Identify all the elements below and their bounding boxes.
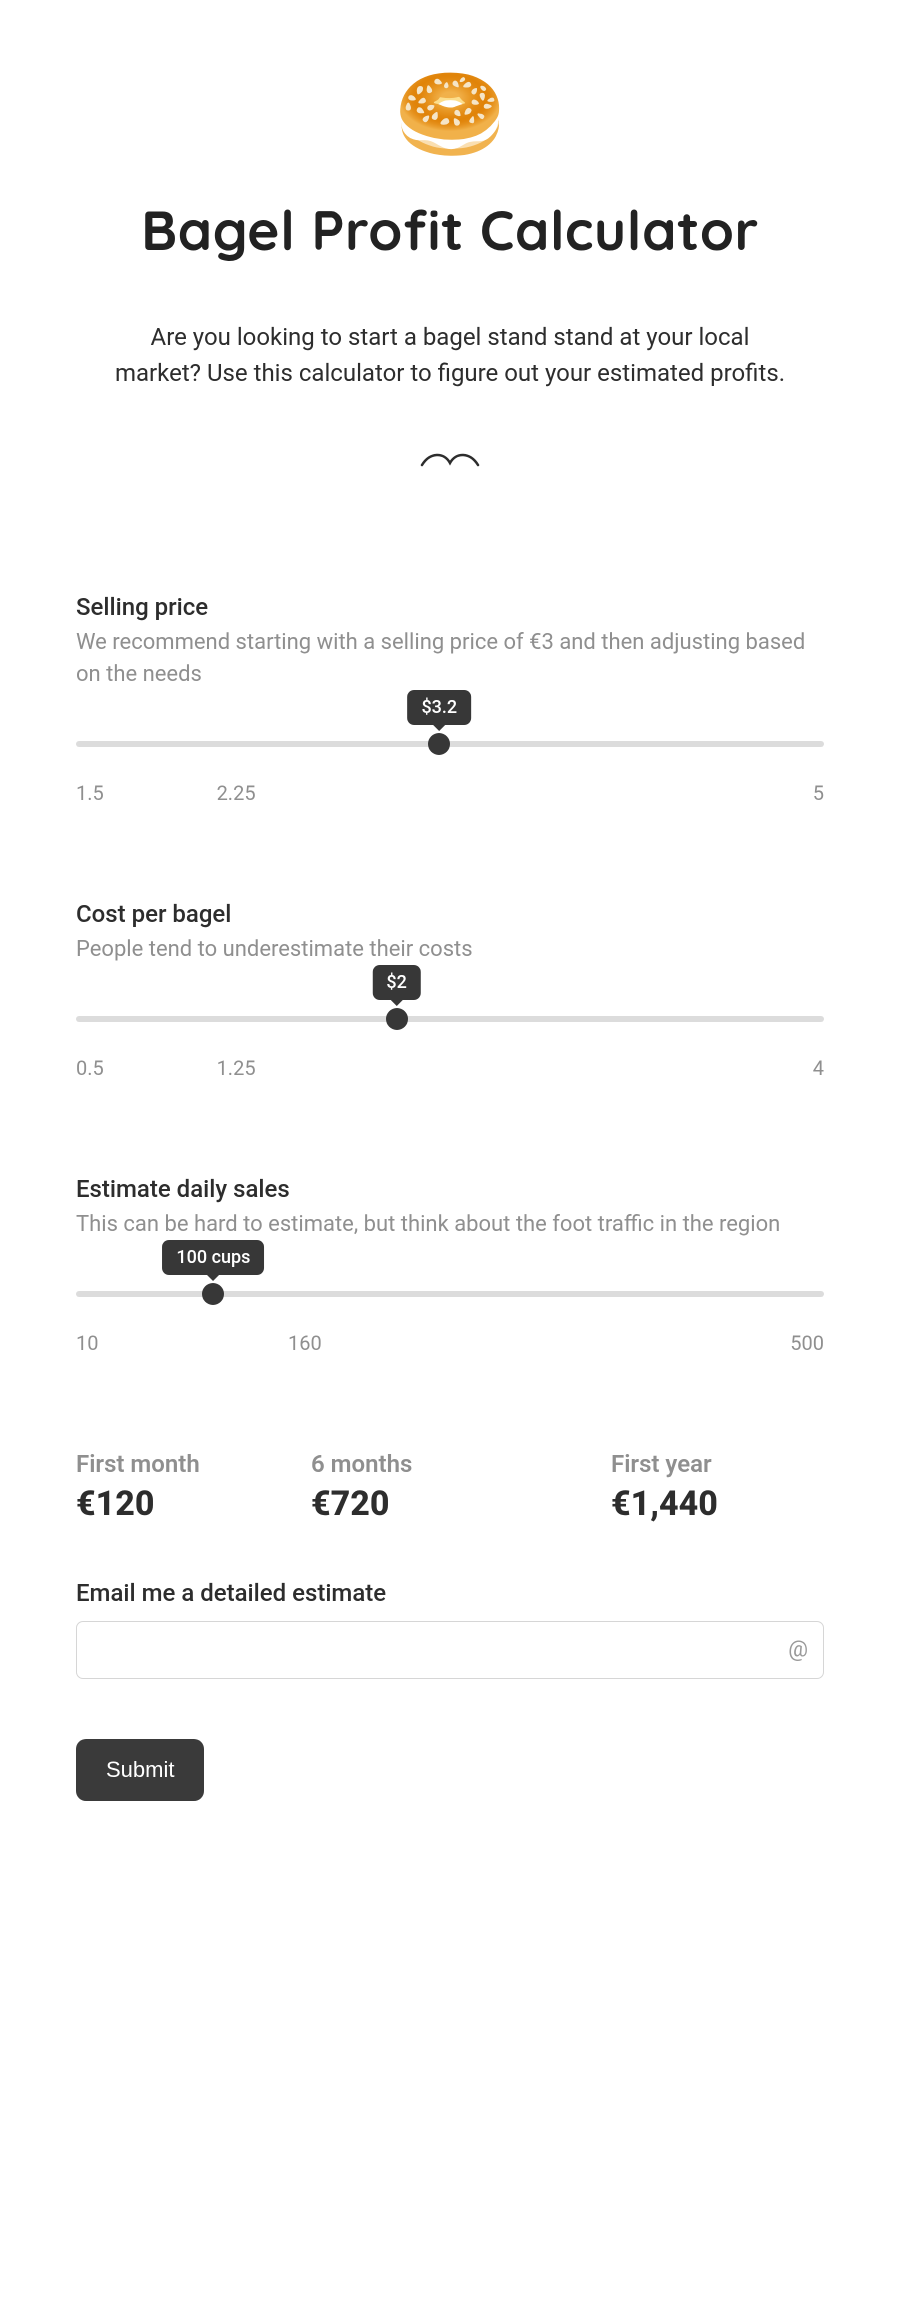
cost-per-bagel-tooltip: $2 [372, 965, 420, 1000]
selling-price-slider[interactable]: $3.2 [76, 731, 824, 757]
daily-sales-thumb[interactable] [202, 1283, 224, 1305]
selling-price-tooltip: $3.2 [407, 690, 471, 725]
at-sign-icon: @ [788, 1637, 808, 1662]
cost-per-bagel-max: 4 [813, 1056, 824, 1080]
cost-per-bagel-hint: People tend to underestimate their costs [76, 934, 824, 966]
cost-per-bagel-min: 0.5 [76, 1056, 104, 1080]
selling-price-hint: We recommend starting with a selling pri… [76, 627, 824, 691]
first-year-value: €1,440 [611, 1484, 824, 1524]
daily-sales-field: Estimate daily sales This can be hard to… [76, 1175, 824, 1355]
selling-price-mid: 2.25 [217, 781, 256, 805]
first-month-value: €120 [76, 1484, 291, 1524]
first-year-label: First year [611, 1450, 824, 1478]
selling-price-field: Selling price We recommend starting with… [76, 593, 824, 805]
results-row: First month €120 6 months €720 First yea… [76, 1450, 824, 1524]
email-label: Email me a detailed estimate [76, 1579, 824, 1607]
daily-sales-slider[interactable]: 100 cups [76, 1281, 824, 1307]
mustache-divider-icon [76, 451, 824, 473]
bagel-icon: 🥯 [76, 70, 824, 160]
cost-per-bagel-field: Cost per bagel People tend to underestim… [76, 900, 824, 1080]
first-month-label: First month [76, 1450, 291, 1478]
cost-per-bagel-slider[interactable]: $2 [76, 1006, 824, 1032]
cost-per-bagel-mid: 1.25 [217, 1056, 256, 1080]
daily-sales-label: Estimate daily sales [76, 1175, 824, 1203]
selling-price-max: 5 [813, 781, 824, 805]
cost-per-bagel-thumb[interactable] [386, 1008, 408, 1030]
selling-price-min: 1.5 [76, 781, 104, 805]
cost-per-bagel-label: Cost per bagel [76, 900, 824, 928]
page-title: Bagel Profit Calculator [76, 195, 824, 264]
selling-price-thumb[interactable] [428, 733, 450, 755]
daily-sales-mid: 160 [288, 1331, 322, 1355]
daily-sales-tooltip: 100 cups [162, 1240, 264, 1275]
submit-button[interactable]: Submit [76, 1739, 204, 1801]
email-section: Email me a detailed estimate @ [76, 1579, 824, 1679]
six-months-value: €720 [311, 1484, 591, 1524]
daily-sales-min: 10 [76, 1331, 98, 1355]
daily-sales-max: 500 [790, 1331, 824, 1355]
daily-sales-hint: This can be hard to estimate, but think … [76, 1209, 824, 1241]
email-field[interactable] [76, 1621, 824, 1679]
six-months-label: 6 months [311, 1450, 591, 1478]
page-subtitle: Are you looking to start a bagel stand s… [110, 319, 790, 391]
selling-price-label: Selling price [76, 593, 824, 621]
